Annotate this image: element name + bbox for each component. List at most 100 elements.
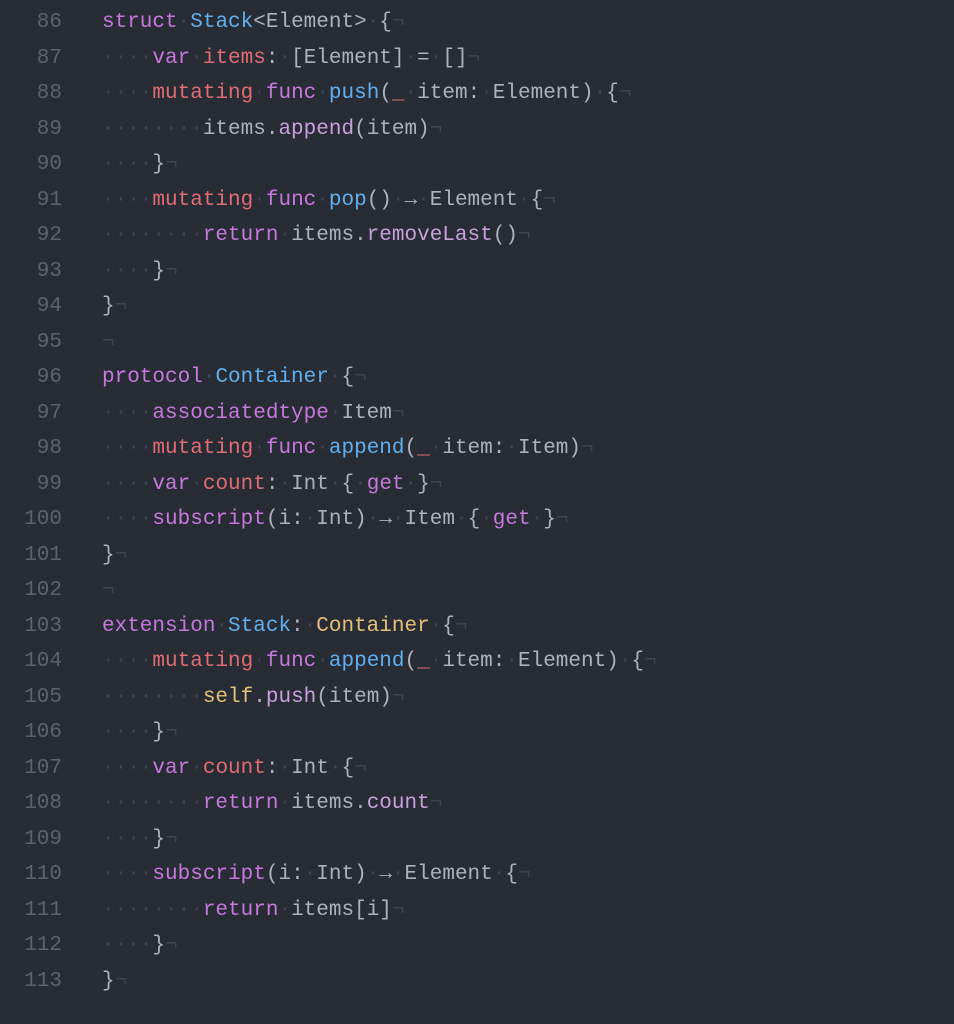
token-nl: ¬: [430, 118, 443, 141]
code-content[interactable]: ¬: [92, 573, 954, 609]
token-punc: }: [152, 260, 165, 283]
token-nl: ¬: [102, 331, 115, 354]
code-line[interactable]: 109····}¬: [0, 822, 954, 858]
code-line[interactable]: 100····subscript(i:·Int)·→·Item·{·get·}¬: [0, 502, 954, 538]
code-line[interactable]: 91····mutating·func·pop()·→·Element·{¬: [0, 183, 954, 219]
code-content[interactable]: extension·Stack:·Container·{¬: [92, 609, 954, 645]
code-line[interactable]: 89········items.append(item)¬: [0, 112, 954, 148]
code-line[interactable]: 87····var·items:·[Element]·=·[]¬: [0, 41, 954, 77]
token-kw2: mutating: [152, 82, 253, 105]
code-line[interactable]: 93····}¬: [0, 254, 954, 290]
token-kw2: _: [417, 437, 430, 460]
token-kw: func: [266, 650, 316, 673]
code-content[interactable]: protocol·Container·{¬: [92, 360, 954, 396]
code-content[interactable]: ····var·count:·Int·{·get·}¬: [92, 467, 954, 503]
code-content[interactable]: ····mutating·func·append(_·item:·Item)¬: [92, 431, 954, 467]
code-content[interactable]: struct·Stack<Element>·{¬: [92, 5, 954, 41]
token-ws: ·: [278, 899, 291, 922]
code-content[interactable]: }¬: [92, 964, 954, 1000]
code-content[interactable]: ····}¬: [92, 822, 954, 858]
token-ws: ·: [253, 189, 266, 212]
code-content[interactable]: ····}¬: [92, 715, 954, 751]
code-line[interactable]: 113}¬: [0, 964, 954, 1000]
line-number: 92: [0, 218, 70, 254]
token-ws: ·: [215, 615, 228, 638]
code-content[interactable]: ····mutating·func·pop()·→·Element·{¬: [92, 183, 954, 219]
token-punc: .: [354, 792, 367, 815]
code-line[interactable]: 102¬: [0, 573, 954, 609]
code-line[interactable]: 104····mutating·func·append(_·item:·Elem…: [0, 644, 954, 680]
code-content[interactable]: ········return·items.removeLast()¬: [92, 218, 954, 254]
code-content[interactable]: ····}¬: [92, 254, 954, 290]
code-line[interactable]: 98····mutating·func·append(_·item:·Item)…: [0, 431, 954, 467]
token-ws: ·: [304, 508, 317, 531]
token-ret: return: [203, 792, 279, 815]
code-line[interactable]: 90····}¬: [0, 147, 954, 183]
code-content[interactable]: ····mutating·func·append(_·item:·Element…: [92, 644, 954, 680]
token-kw: func: [266, 82, 316, 105]
token-punc: ): [354, 508, 367, 531]
code-content[interactable]: }¬: [92, 538, 954, 574]
code-line[interactable]: 95¬: [0, 325, 954, 361]
code-line[interactable]: 106····}¬: [0, 715, 954, 751]
token-punc: }: [152, 828, 165, 851]
code-content[interactable]: ····var·count:·Int·{¬: [92, 751, 954, 787]
token-ws: ·: [278, 792, 291, 815]
code-line[interactable]: 88····mutating·func·push(_·item:·Element…: [0, 76, 954, 112]
code-line[interactable]: 111········return·items[i]¬: [0, 893, 954, 929]
token-punc: (: [266, 508, 279, 531]
code-line[interactable]: 96protocol·Container·{¬: [0, 360, 954, 396]
code-content[interactable]: ····}¬: [92, 928, 954, 964]
code-line[interactable]: 97····associatedtype·Item¬: [0, 396, 954, 432]
token-kw: subscript: [152, 863, 265, 886]
token-ws: ·: [316, 82, 329, 105]
token-ws: ·: [405, 47, 418, 70]
code-content[interactable]: ········return·items[i]¬: [92, 893, 954, 929]
token-ws: ·: [531, 508, 544, 531]
code-content[interactable]: ········return·items.count¬: [92, 786, 954, 822]
code-line[interactable]: 86struct·Stack<Element>·{¬: [0, 5, 954, 41]
token-ws: ····: [102, 437, 152, 460]
code-line[interactable]: 94}¬: [0, 289, 954, 325]
line-number: 107: [0, 751, 70, 787]
token-punc: →: [379, 863, 392, 886]
code-line[interactable]: 110····subscript(i:·Int)·→·Element·{¬: [0, 857, 954, 893]
code-line[interactable]: 92 ········return·items.removeLast()¬: [0, 218, 954, 254]
code-content[interactable]: ····subscript(i:·Int)·→·Element·{¬: [92, 857, 954, 893]
code-line[interactable]: 103extension·Stack:·Container·{¬: [0, 609, 954, 645]
token-type2: Item: [341, 402, 391, 425]
code-content[interactable]: ········self.push(item)¬: [92, 680, 954, 716]
code-editor[interactable]: 86struct·Stack<Element>·{¬87····var·item…: [0, 5, 954, 999]
code-line[interactable]: 112····}¬: [0, 928, 954, 964]
token-ws: ·: [329, 473, 342, 496]
code-line[interactable]: 101}¬: [0, 538, 954, 574]
code-line[interactable]: 99····var·count:·Int·{·get·}¬: [0, 467, 954, 503]
token-nl: ¬: [518, 863, 531, 886]
token-ws: ·: [203, 366, 216, 389]
token-param: item: [367, 118, 417, 141]
code-line[interactable]: 107 ····var·count:·Int·{¬: [0, 751, 954, 787]
token-ws: ·: [190, 473, 203, 496]
code-content[interactable]: ····associatedtype·Item¬: [92, 396, 954, 432]
code-content[interactable]: ····mutating·func·push(_·item:·Element)·…: [92, 76, 954, 112]
token-prop: count: [203, 473, 266, 496]
token-ws: ·: [518, 189, 531, 212]
token-nl: ¬: [115, 295, 128, 318]
token-param: items: [291, 224, 354, 247]
token-punc: [: [354, 899, 367, 922]
code-content[interactable]: }¬: [92, 289, 954, 325]
token-ws: ·: [253, 437, 266, 460]
code-line[interactable]: 105········self.push(item)¬: [0, 680, 954, 716]
code-content[interactable]: ········items.append(item)¬: [92, 112, 954, 148]
token-ws: ·: [190, 47, 203, 70]
token-punc: (: [266, 863, 279, 886]
code-content[interactable]: ····subscript(i:·Int)·→·Item·{·get·}¬: [92, 502, 954, 538]
token-punc: (): [493, 224, 518, 247]
code-content[interactable]: ····}¬: [92, 147, 954, 183]
token-fn: pop: [329, 189, 367, 212]
token-punc: {: [342, 757, 355, 780]
code-line[interactable]: 108········return·items.count¬: [0, 786, 954, 822]
code-content[interactable]: ····var·items:·[Element]·=·[]¬: [92, 41, 954, 77]
token-kw2: mutating: [152, 437, 253, 460]
code-content[interactable]: ¬: [92, 325, 954, 361]
